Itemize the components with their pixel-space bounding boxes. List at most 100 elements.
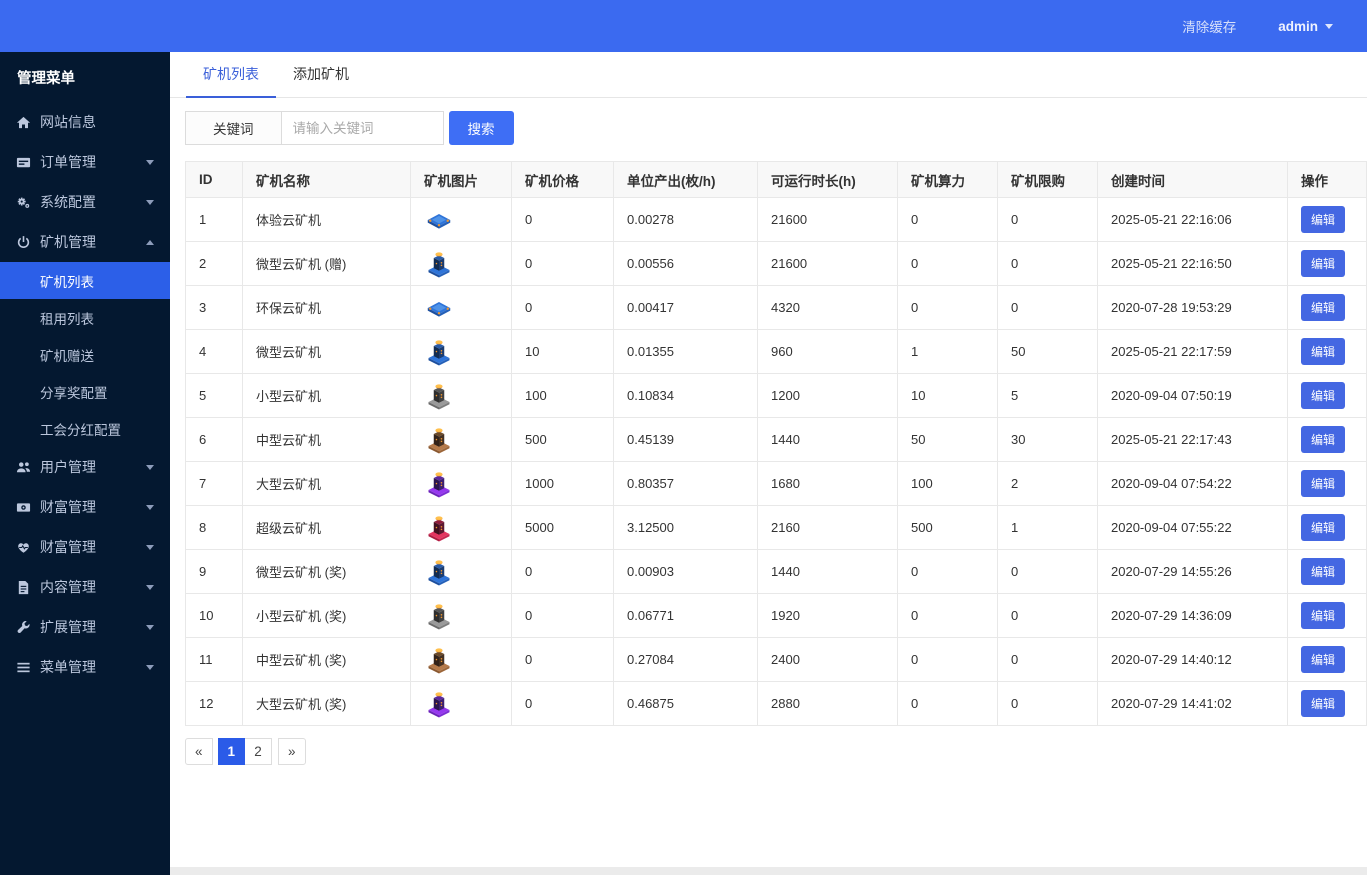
cell-actions: 编辑	[1288, 462, 1367, 506]
edit-button[interactable]: 编辑	[1301, 294, 1345, 321]
cell-actions: 编辑	[1288, 550, 1367, 594]
tab-add-miner[interactable]: 添加矿机	[276, 52, 366, 98]
cell-limit: 50	[998, 330, 1098, 374]
sidebar-item-user-mgmt[interactable]: 用户管理	[0, 447, 170, 487]
cell-name: 微型云矿机	[243, 330, 411, 374]
edit-button[interactable]: 编辑	[1301, 690, 1345, 717]
sidebar-item-label: 订单管理	[40, 152, 96, 172]
cell-output: 0.00417	[614, 286, 758, 330]
chevron-down-icon	[146, 545, 154, 550]
sidebar-subitem-share-reward-config[interactable]: 分享奖配置	[0, 373, 170, 410]
cell-image	[411, 330, 512, 374]
column-header: 可运行时长(h)	[758, 162, 898, 198]
topbar: 清除缓存 admin	[0, 0, 1367, 52]
cell-actions: 编辑	[1288, 286, 1367, 330]
sidebar-item-wealth-mgmt-2[interactable]: 财富管理	[0, 527, 170, 567]
cell-actions: 编辑	[1288, 242, 1367, 286]
user-menu[interactable]: admin	[1278, 19, 1333, 34]
sidebar-item-order-mgmt[interactable]: 订单管理	[0, 142, 170, 182]
cell-image	[411, 550, 512, 594]
cell-name: 大型云矿机 (奖)	[243, 682, 411, 726]
sidebar-subitem-union-dividend-config[interactable]: 工会分红配置	[0, 410, 170, 447]
sidebar-item-system-config[interactable]: 系统配置	[0, 182, 170, 222]
cell-hours: 2880	[758, 682, 898, 726]
cell-limit: 0	[998, 682, 1098, 726]
edit-button[interactable]: 编辑	[1301, 250, 1345, 277]
pagination-prev[interactable]: «	[185, 738, 213, 765]
edit-button[interactable]: 编辑	[1301, 558, 1345, 585]
column-header: ID	[186, 162, 243, 198]
sidebar-item-label: 菜单管理	[40, 657, 96, 677]
pagination-page-2[interactable]: 2	[245, 738, 272, 765]
table-row: 11中型云矿机 (奖)00.270842400002020-07-29 14:4…	[186, 638, 1367, 682]
cell-output: 0.27084	[614, 638, 758, 682]
cell-name: 微型云矿机 (奖)	[243, 550, 411, 594]
clear-cache-link[interactable]: 清除缓存	[1182, 16, 1236, 36]
sidebar-item-label: 内容管理	[40, 577, 96, 597]
sidebar-subitem-miner-list[interactable]: 矿机列表	[0, 262, 170, 299]
home-icon	[16, 115, 33, 130]
search-input[interactable]	[281, 111, 444, 145]
cell-id: 2	[186, 242, 243, 286]
table-row: 9微型云矿机 (奖)00.009031440002020-07-29 14:55…	[186, 550, 1367, 594]
edit-button[interactable]: 编辑	[1301, 338, 1345, 365]
chevron-down-icon	[146, 625, 154, 630]
cell-limit: 0	[998, 638, 1098, 682]
edit-button[interactable]: 编辑	[1301, 206, 1345, 233]
sidebar-subitem-miner-gift[interactable]: 矿机赠送	[0, 336, 170, 373]
money-icon	[16, 500, 33, 515]
wrench-icon	[16, 620, 33, 635]
column-header: 矿机算力	[898, 162, 998, 198]
edit-button[interactable]: 编辑	[1301, 602, 1345, 629]
search-button[interactable]: 搜索	[449, 111, 514, 145]
cell-price: 0	[512, 198, 614, 242]
edit-button[interactable]: 编辑	[1301, 426, 1345, 453]
cell-price: 0	[512, 550, 614, 594]
edit-button[interactable]: 编辑	[1301, 470, 1345, 497]
pagination-page-1[interactable]: 1	[218, 738, 246, 765]
sidebar-item-content-mgmt[interactable]: 内容管理	[0, 567, 170, 607]
edit-button[interactable]: 编辑	[1301, 514, 1345, 541]
sidebar-item-wealth-mgmt[interactable]: 财富管理	[0, 487, 170, 527]
cell-hours: 2160	[758, 506, 898, 550]
search-keyword-label: 关键词	[185, 111, 281, 145]
sidebar-subitem-rent-list[interactable]: 租用列表	[0, 299, 170, 336]
sidebar-item-extension-mgmt[interactable]: 扩展管理	[0, 607, 170, 647]
column-header: 单位产出(枚/h)	[614, 162, 758, 198]
cell-id: 9	[186, 550, 243, 594]
cell-id: 5	[186, 374, 243, 418]
edit-button[interactable]: 编辑	[1301, 382, 1345, 409]
chevron-down-icon	[146, 465, 154, 470]
sidebar-item-site-info[interactable]: 网站信息	[0, 102, 170, 142]
tab-miner-list[interactable]: 矿机列表	[186, 52, 276, 98]
sidebar-title: 管理菜单	[0, 52, 170, 102]
column-header: 创建时间	[1098, 162, 1288, 198]
cell-image	[411, 462, 512, 506]
table-row: 4微型云矿机100.013559601502025-05-21 22:17:59…	[186, 330, 1367, 374]
cell-actions: 编辑	[1288, 418, 1367, 462]
menu-icon	[16, 660, 33, 675]
cell-created: 2025-05-21 22:17:59	[1098, 330, 1288, 374]
tabbar: 矿机列表 添加矿机	[170, 52, 1367, 98]
cell-name: 微型云矿机 (赠)	[243, 242, 411, 286]
sidebar-item-miner-mgmt[interactable]: 矿机管理	[0, 222, 170, 262]
sidebar-item-label: 用户管理	[40, 457, 96, 477]
search-bar: 关键词 搜索	[185, 111, 1367, 145]
cell-output: 0.00903	[614, 550, 758, 594]
edit-button[interactable]: 编辑	[1301, 646, 1345, 673]
chevron-down-icon	[146, 160, 154, 165]
miner-image-icon	[424, 249, 511, 279]
cell-output: 0.10834	[614, 374, 758, 418]
miner-image-icon	[424, 557, 511, 587]
pagination-next[interactable]: »	[278, 738, 306, 765]
cell-limit: 0	[998, 594, 1098, 638]
table-row: 1体验云矿机00.0027821600002025-05-21 22:16:06…	[186, 198, 1367, 242]
cell-created: 2020-07-29 14:40:12	[1098, 638, 1288, 682]
pagination: « 1 2 »	[185, 738, 1367, 765]
cell-hours: 1440	[758, 550, 898, 594]
cell-image	[411, 374, 512, 418]
cell-actions: 编辑	[1288, 330, 1367, 374]
sidebar-item-menu-mgmt[interactable]: 菜单管理	[0, 647, 170, 687]
cell-output: 0.01355	[614, 330, 758, 374]
table-row: 12大型云矿机 (奖)00.468752880002020-07-29 14:4…	[186, 682, 1367, 726]
